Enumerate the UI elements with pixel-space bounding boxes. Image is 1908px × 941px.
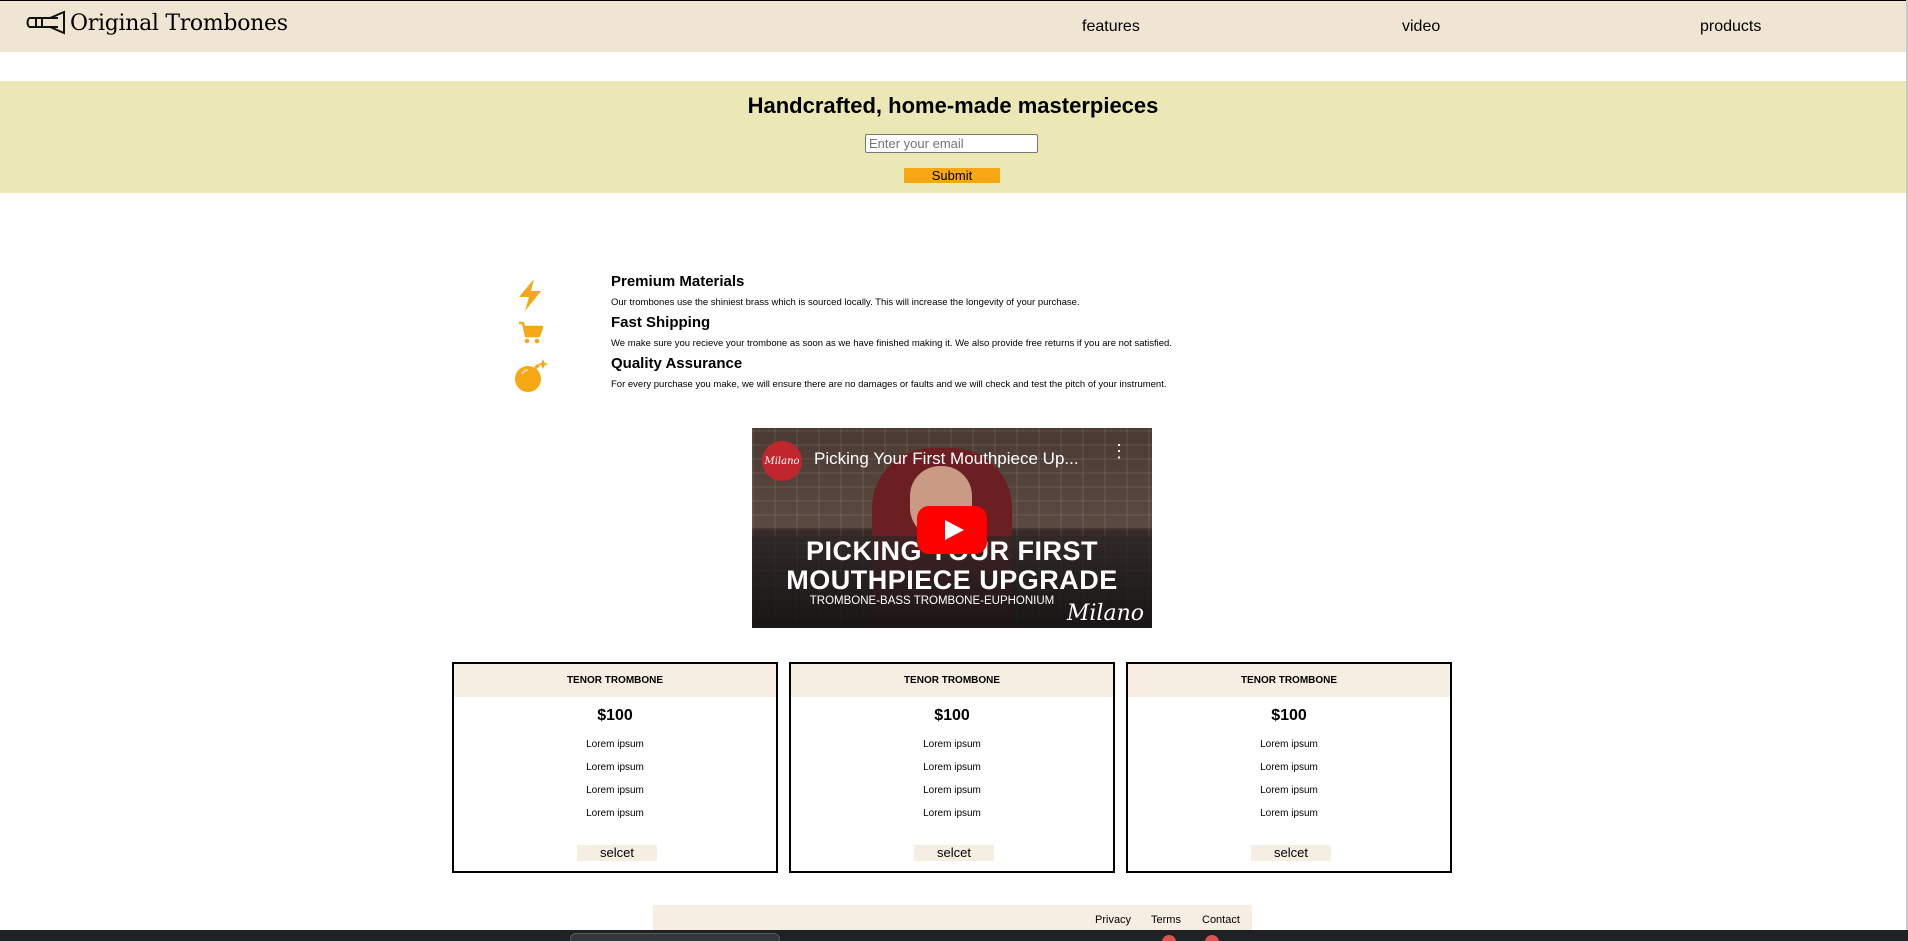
video-embed[interactable]: Milano Picking Your First Mouthpiece Up.…: [752, 428, 1152, 628]
product-card: TENOR TROMBONE $100 Lorem ipsum Lorem ip…: [1126, 662, 1452, 873]
nav-link-features[interactable]: features: [1082, 18, 1140, 36]
feature-title-quality: Quality Assurance: [611, 355, 743, 372]
list-item: Lorem ipsum: [923, 785, 981, 796]
feature-desc-premium: Our trombones use the shiniest brass whi…: [611, 297, 1080, 308]
video-overlay-line2: MOUTHPIECE UPGRADE: [786, 565, 1118, 595]
product-price: $100: [597, 707, 633, 724]
video-title[interactable]: Picking Your First Mouthpiece Up...: [814, 449, 1079, 469]
feature-title-shipping: Fast Shipping: [611, 314, 711, 331]
email-input[interactable]: [865, 134, 1038, 153]
product-features-list: Lorem ipsum Lorem ipsum Lorem ipsum Lore…: [1128, 739, 1450, 831]
hero-section: Handcrafted, home-made masterpieces Subm…: [0, 81, 1906, 193]
footer-link-terms[interactable]: Terms: [1151, 914, 1181, 926]
nav-link-video[interactable]: video: [1402, 18, 1440, 36]
taskbar-app-icon[interactable]: [1205, 935, 1219, 941]
list-item: Lorem ipsum: [923, 808, 981, 819]
list-item: Lorem ipsum: [586, 739, 644, 750]
channel-avatar[interactable]: Milano: [762, 441, 802, 481]
site-header: Original Trombones features video produc…: [0, 0, 1906, 52]
list-item: Lorem ipsum: [1260, 762, 1318, 773]
list-item: Lorem ipsum: [923, 739, 981, 750]
trombone-logo-icon: [26, 10, 65, 35]
os-taskbar: [0, 930, 1908, 941]
list-item: Lorem ipsum: [586, 808, 644, 819]
select-button[interactable]: selcet: [914, 845, 994, 861]
product-price: $100: [1271, 707, 1307, 724]
lightning-icon: [519, 279, 541, 311]
product-name: TENOR TROMBONE: [454, 664, 776, 697]
list-item: Lorem ipsum: [586, 785, 644, 796]
video-brand-watermark: Milano: [1066, 601, 1144, 626]
select-button[interactable]: selcet: [1251, 845, 1331, 861]
hero-title: Handcrafted, home-made masterpieces: [747, 93, 1159, 118]
taskbar-search[interactable]: [570, 933, 780, 941]
list-item: Lorem ipsum: [1260, 808, 1318, 819]
product-name: TENOR TROMBONE: [791, 664, 1113, 697]
play-button-icon[interactable]: [917, 506, 987, 554]
product-features-list: Lorem ipsum Lorem ipsum Lorem ipsum Lore…: [791, 739, 1113, 831]
taskbar-app-icon[interactable]: [1162, 935, 1176, 941]
list-item: Lorem ipsum: [586, 762, 644, 773]
feature-title-premium: Premium Materials: [611, 273, 745, 290]
cart-icon: [519, 321, 544, 344]
submit-button[interactable]: Submit: [904, 168, 1000, 183]
footer-link-privacy[interactable]: Privacy: [1095, 914, 1131, 926]
more-options-icon[interactable]: ⋮: [1110, 442, 1128, 460]
product-name: TENOR TROMBONE: [1128, 664, 1450, 697]
select-button[interactable]: selcet: [577, 845, 657, 861]
feature-desc-quality: For every purchase you make, we will ens…: [611, 379, 1167, 390]
product-card: TENOR TROMBONE $100 Lorem ipsum Lorem ip…: [789, 662, 1115, 873]
brand-name: Original Trombones: [70, 10, 288, 36]
footer-link-contact[interactable]: Contact: [1202, 914, 1240, 926]
bomb-icon: [515, 359, 548, 392]
nav-link-products[interactable]: products: [1700, 18, 1761, 36]
brand-logo[interactable]: Original Trombones: [26, 10, 288, 36]
product-card: TENOR TROMBONE $100 Lorem ipsum Lorem ip…: [452, 662, 778, 873]
list-item: Lorem ipsum: [1260, 785, 1318, 796]
product-price: $100: [934, 707, 970, 724]
product-features-list: Lorem ipsum Lorem ipsum Lorem ipsum Lore…: [454, 739, 776, 831]
list-item: Lorem ipsum: [923, 762, 981, 773]
feature-desc-shipping: We make sure you recieve your trombone a…: [611, 338, 1172, 349]
list-item: Lorem ipsum: [1260, 739, 1318, 750]
